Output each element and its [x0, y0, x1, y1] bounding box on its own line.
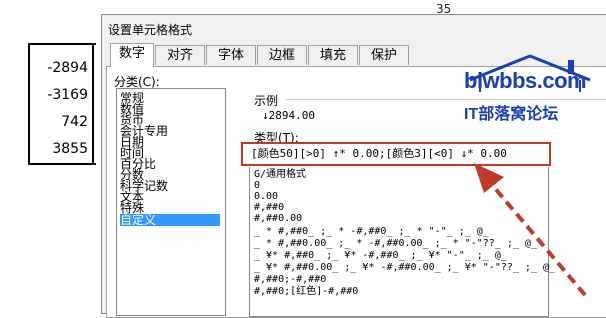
category-list[interactable]: 常规 数值 货币 会计专用 日期 时间 百分比 分数 科学记数 文本 特殊 自定…: [116, 88, 226, 316]
sample-label: 示例: [254, 94, 279, 108]
cell-value[interactable]: 742: [30, 109, 92, 136]
tab-alignment[interactable]: 对齐: [155, 45, 205, 65]
tab-border[interactable]: 边框: [257, 45, 307, 65]
format-code-item[interactable]: #,##0.00: [254, 213, 302, 224]
format-code-item[interactable]: #,##0: [254, 202, 284, 213]
annotation-arrow-icon: [474, 163, 587, 297]
category-item-selected[interactable]: 自定义: [120, 214, 220, 226]
tab-protection[interactable]: 保护: [359, 45, 409, 65]
selection-border: [92, 43, 94, 163]
cell-value[interactable]: -3169: [30, 82, 92, 109]
tab-number[interactable]: 数字: [110, 43, 154, 67]
brand-subtitle: IT部落窝论坛: [464, 106, 559, 123]
brand-logo-text: blwbbs.com: [464, 68, 587, 93]
tab-fill[interactable]: 填充: [308, 45, 358, 65]
tab-font[interactable]: 字体: [206, 45, 256, 65]
sample-value: ↓2894.00: [262, 109, 315, 122]
format-code-item[interactable]: #,##0;-#,##0: [254, 274, 326, 285]
format-code-item[interactable]: G/通用格式: [254, 169, 306, 180]
dialog-title: 设置单元格格式: [108, 23, 193, 37]
format-code-item[interactable]: 0: [254, 180, 260, 191]
format-code-item[interactable]: 0.00: [254, 191, 278, 202]
cell-value[interactable]: -2894: [30, 55, 92, 82]
format-code-item[interactable]: _ * #,##0_ ;_ * -#,##0_ ;_ * "-"_ ;_ @_: [254, 226, 489, 237]
cell-value[interactable]: 3855: [30, 136, 92, 163]
format-code-item[interactable]: #,##0;[红色]-#,##0: [254, 286, 358, 297]
